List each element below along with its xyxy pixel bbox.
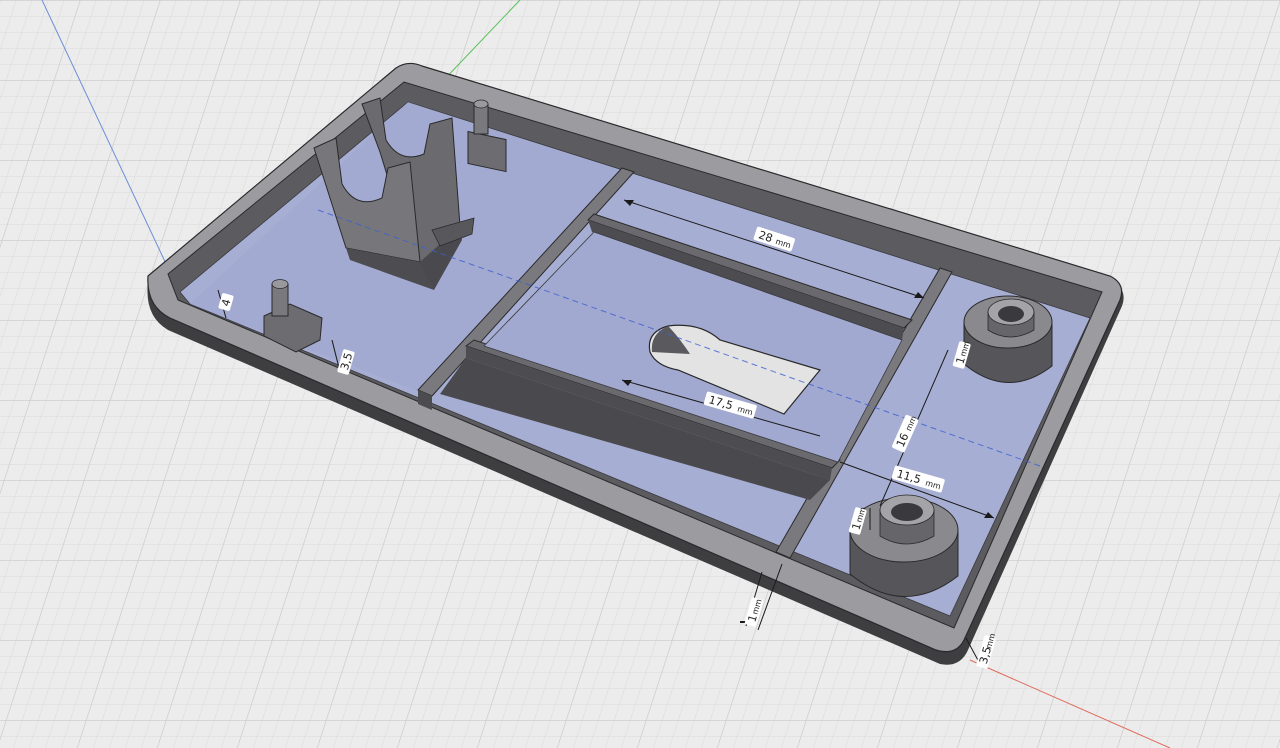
scene-canvas[interactable]: 28 mm 17,5 mm 16 mm 11,5 mm 1 mm 1 mm 1 … [0,0,1280,748]
cad-viewport[interactable]: 28 mm 17,5 mm 16 mm 11,5 mm 1 mm 1 mm 1 … [0,0,1280,748]
mounting-boss-top[interactable] [963,295,1053,383]
